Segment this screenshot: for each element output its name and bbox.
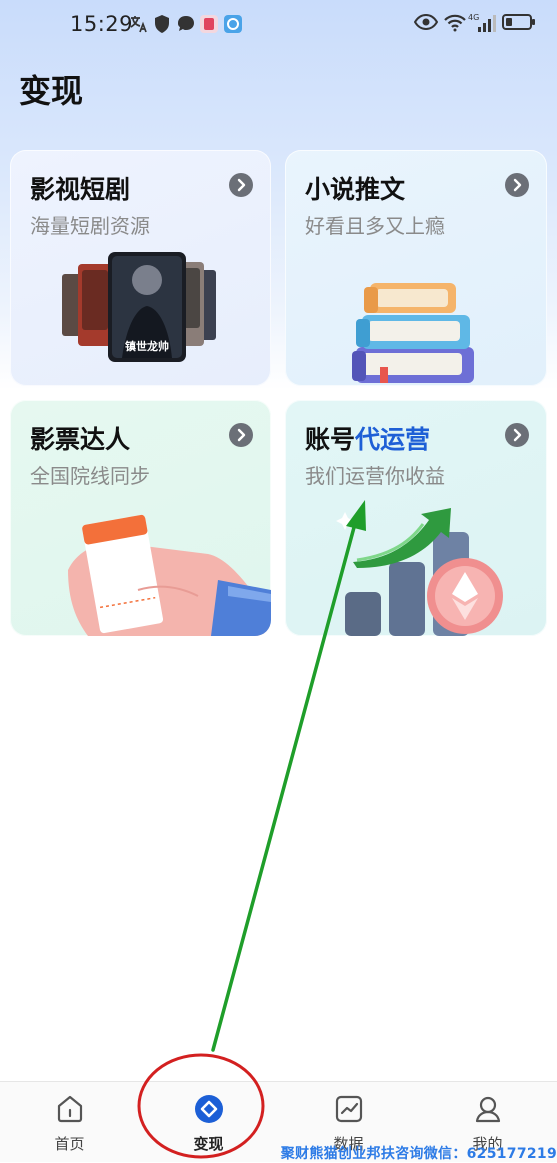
drama-posters-illustration: 镇世龙帅 xyxy=(62,252,216,362)
chevron-right-icon[interactable] xyxy=(229,423,253,447)
card-subtitle: 海量短剧资源 xyxy=(30,214,150,238)
watermark-text: 聚财熊猫创业邦扶咨询微信：625177219 xyxy=(280,1146,557,1162)
svg-text:4G: 4G xyxy=(468,13,479,22)
nav-label-home: 首页 xyxy=(54,1135,85,1153)
chevron-right-icon[interactable] xyxy=(505,423,529,447)
card-title: 影视短剧 xyxy=(30,175,131,204)
status-bar: 15:29 4G xyxy=(0,0,557,50)
nav-item-monetize[interactable]: 变现 xyxy=(139,1082,278,1162)
poster-caption: 镇世龙帅 xyxy=(125,339,169,353)
growth-chart-illustration xyxy=(336,508,503,636)
chevron-right-icon[interactable] xyxy=(229,173,253,197)
home-icon xyxy=(57,1095,82,1123)
message-icon xyxy=(178,16,194,31)
chevron-right-icon[interactable] xyxy=(505,173,529,197)
card-subtitle: 我们运营你收益 xyxy=(305,464,445,488)
monetize-icon xyxy=(194,1095,223,1123)
books-stack-illustration xyxy=(352,283,474,383)
card-account-operation[interactable]: 账号代运营 我们运营你收益 xyxy=(285,400,547,636)
profile-icon xyxy=(475,1096,500,1123)
page-title: 变现 xyxy=(19,72,84,110)
ticket-hand-illustration xyxy=(68,514,271,636)
card-short-drama[interactable]: 影视短剧 海量短剧资源 镇世龙帅 xyxy=(10,150,271,386)
shield-icon xyxy=(155,15,169,33)
cellular-signal-icon: 4G xyxy=(468,13,496,32)
card-movie-tickets[interactable]: 影票达人 全国院线同步 xyxy=(10,400,271,636)
card-title-plain: 账号 xyxy=(305,425,356,454)
card-title: 影票达人 xyxy=(30,425,131,454)
card-subtitle: 好看且多又上瘾 xyxy=(305,214,445,238)
wifi-icon xyxy=(444,14,466,32)
card-title: 账号代运营 xyxy=(305,420,430,456)
card-novel-promotion[interactable]: 小说推文 好看且多又上瘾 xyxy=(285,150,547,386)
gift-app-icon xyxy=(200,15,218,33)
translate-icon xyxy=(130,16,147,33)
card-title: 小说推文 xyxy=(305,175,406,204)
status-time: 15:29 xyxy=(70,12,134,36)
nav-item-home[interactable]: 首页 xyxy=(0,1082,139,1162)
eye-icon xyxy=(414,13,438,31)
battery-icon xyxy=(502,14,535,30)
nav-label-monetize: 变现 xyxy=(193,1135,224,1153)
card-subtitle: 全国院线同步 xyxy=(30,464,150,488)
card-title-accent: 代运营 xyxy=(355,425,431,454)
chart-icon xyxy=(335,1095,362,1123)
browser-app-icon xyxy=(224,15,242,33)
